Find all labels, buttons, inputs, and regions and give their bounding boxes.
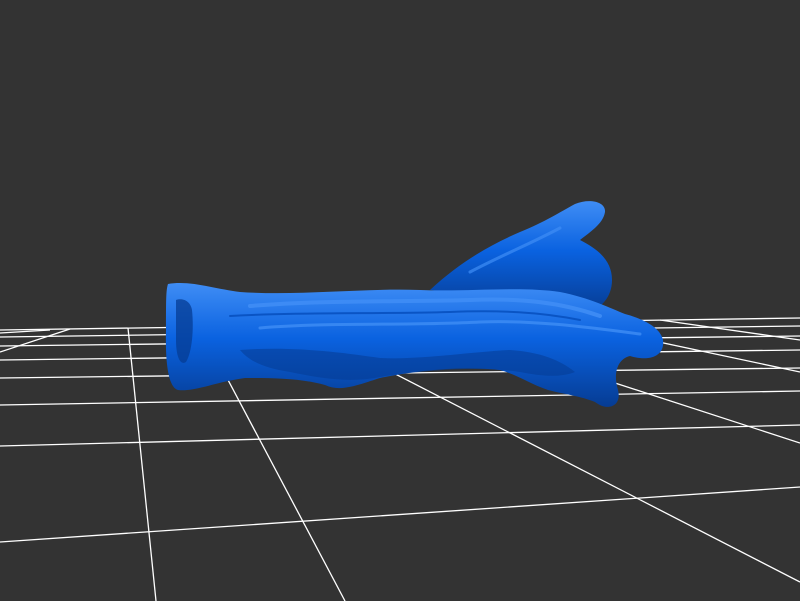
grid-line	[0, 424, 800, 447]
grid-line	[127, 327, 157, 601]
grid-line	[0, 390, 800, 406]
3d-viewport[interactable]	[0, 0, 800, 601]
grid-line	[0, 486, 800, 543]
scene-canvas[interactable]	[0, 0, 800, 601]
3d-model[interactable]	[165, 201, 664, 407]
